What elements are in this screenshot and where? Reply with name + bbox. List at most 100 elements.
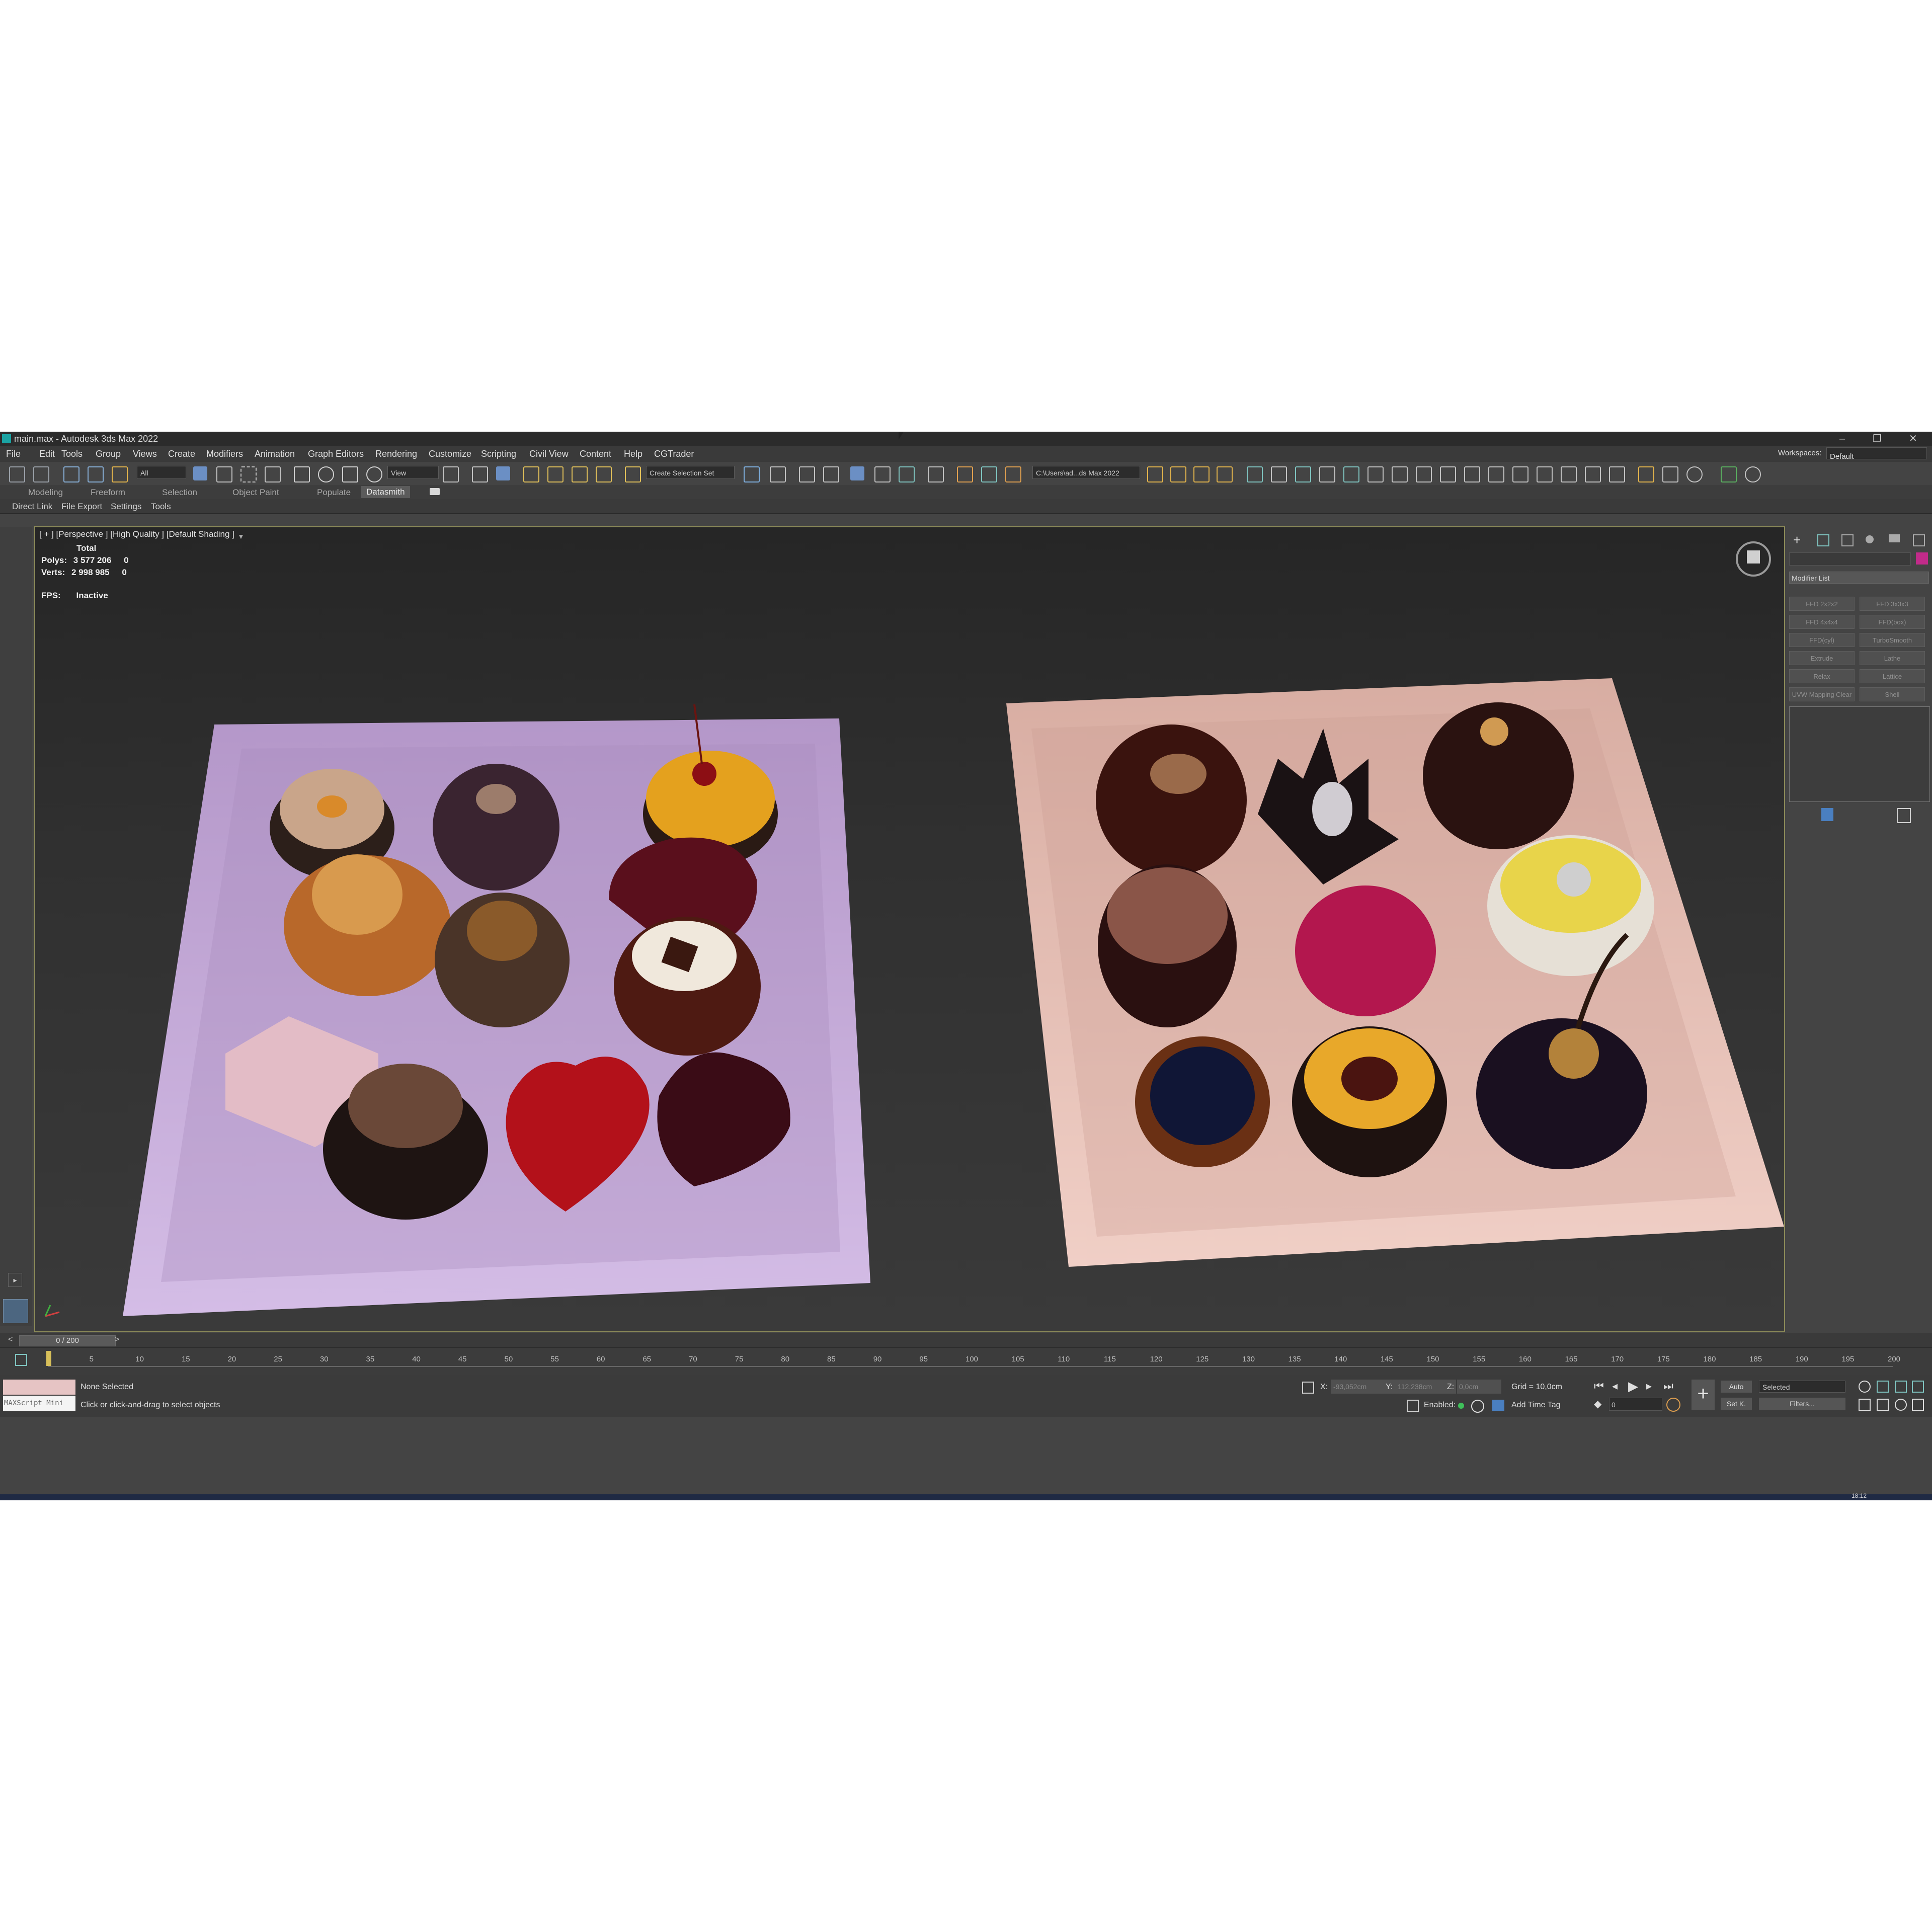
maxscript-listener-pink[interactable] — [3, 1380, 75, 1395]
orbit-view-icon[interactable] — [1895, 1399, 1907, 1411]
motion-tab-icon[interactable] — [1866, 535, 1874, 543]
zoom-extents-icon[interactable] — [1895, 1381, 1907, 1393]
enabled-indicator[interactable] — [1458, 1403, 1464, 1409]
hierarchy-tab-icon[interactable] — [1841, 534, 1854, 546]
snaps-toggle-icon[interactable] — [523, 466, 539, 482]
menu-group[interactable]: Group — [96, 449, 121, 459]
play-icon[interactable]: ▶ — [1628, 1379, 1638, 1394]
menu-civil-view[interactable]: Civil View — [529, 449, 569, 459]
curve-editor-icon[interactable] — [874, 466, 891, 482]
dessert-crumb-cake[interactable] — [433, 764, 559, 891]
list-icon[interactable] — [1662, 466, 1678, 482]
key-mode-icon[interactable] — [1666, 1398, 1680, 1412]
add-time-tag[interactable]: Add Time Tag — [1511, 1401, 1561, 1410]
pin-stack-icon[interactable] — [1821, 808, 1833, 821]
time-tag-icon[interactable] — [1492, 1400, 1504, 1411]
sun-icon[interactable] — [1319, 466, 1335, 482]
project-path-dropdown[interactable]: C:\Users\ad...ds Max 2022 — [1032, 466, 1140, 479]
material-editor-icon[interactable] — [928, 466, 944, 482]
refresh-icon[interactable] — [1745, 466, 1761, 482]
turbosmooth-button[interactable]: TurboSmooth — [1860, 633, 1925, 647]
menu-animation[interactable]: Animation — [255, 449, 295, 459]
align-icon[interactable] — [770, 466, 786, 482]
project-folder-icon[interactable] — [1147, 466, 1163, 482]
tab-freeform[interactable]: Freeform — [91, 488, 125, 498]
create-tab-icon[interactable]: + — [1793, 532, 1801, 548]
lamp-icon[interactable] — [1512, 466, 1528, 482]
time-slider[interactable]: < 0 / 200 > — [0, 1333, 1932, 1347]
maximize-viewport-icon[interactable] — [1912, 1399, 1924, 1411]
text-object-icon[interactable] — [1392, 466, 1408, 482]
menu-tools[interactable]: Tools — [61, 449, 83, 459]
selection-filter-dropdown[interactable]: All — [137, 466, 186, 479]
track-bar[interactable]: 5 10 15 20 25 30 35 40 45 50 55 60 65 70 75 80 85 90 95 100… — [0, 1347, 1932, 1375]
zoom-icon[interactable] — [1859, 1381, 1871, 1393]
menu-customize[interactable]: Customize — [429, 449, 471, 459]
spinner-snap-icon[interactable] — [596, 466, 612, 482]
expand-arrow-icon[interactable]: ▸ — [8, 1273, 22, 1287]
current-frame-field[interactable]: 0 — [1609, 1398, 1662, 1411]
tab-populate[interactable]: Populate — [317, 488, 351, 498]
ribbon-file-export[interactable]: File Export — [61, 502, 102, 512]
next-frame-icon[interactable]: ▸ — [1646, 1380, 1652, 1393]
lathe-button[interactable]: Lathe — [1860, 651, 1925, 665]
set-key-button[interactable]: Set K. — [1721, 1398, 1752, 1410]
menu-content[interactable]: Content — [580, 449, 611, 459]
rotate-icon[interactable] — [318, 466, 334, 482]
select-object-icon[interactable] — [193, 466, 207, 480]
absolute-mode-icon[interactable] — [1302, 1382, 1314, 1394]
zoom-extents-all-icon[interactable] — [1912, 1381, 1924, 1393]
select-by-name-icon[interactable] — [216, 466, 232, 482]
layer-explorer-icon[interactable] — [823, 466, 839, 482]
menu-cgtrader[interactable]: CGTrader — [654, 449, 694, 459]
mirror-icon[interactable] — [744, 466, 760, 482]
zoom-all-icon[interactable] — [1877, 1381, 1889, 1393]
set-key-plus-button[interactable]: + — [1692, 1380, 1715, 1410]
go-to-start-icon[interactable]: ⏮ — [1594, 1380, 1604, 1393]
open-folder-icon[interactable] — [1170, 466, 1186, 482]
ribbon-settings[interactable]: Settings — [111, 502, 141, 512]
move-icon[interactable] — [294, 466, 310, 482]
menu-scripting[interactable]: Scripting — [481, 449, 516, 459]
keyboard-shortcut-override-icon[interactable] — [496, 466, 510, 480]
extrude-button[interactable]: Extrude — [1789, 651, 1855, 665]
rendered-frame-window-icon[interactable] — [981, 466, 997, 482]
edit-named-selection-icon[interactable] — [625, 466, 641, 482]
key-filters-button[interactable]: Filters... — [1759, 1398, 1845, 1410]
ffd-cyl-button[interactable]: FFD(cyl) — [1789, 633, 1855, 647]
render-setup-icon[interactable] — [957, 466, 973, 482]
menu-graph-editors[interactable]: Graph Editors — [308, 449, 364, 459]
named-selection-dropdown[interactable]: Create Selection Set — [646, 466, 735, 479]
menu-create[interactable]: Create — [168, 449, 195, 459]
pan-view-icon[interactable] — [1877, 1399, 1889, 1411]
object-color-swatch[interactable] — [1916, 552, 1928, 565]
place-icon[interactable] — [366, 466, 382, 482]
light-icon[interactable] — [1295, 466, 1311, 482]
perspective-viewport[interactable]: [ + ] [Perspective ] [High Quality ] [De… — [34, 526, 1785, 1332]
modifier-stack[interactable] — [1789, 706, 1930, 802]
isolate-toggle-icon[interactable] — [1471, 1400, 1484, 1413]
window-icon[interactable] — [1561, 466, 1577, 482]
globe-icon[interactable] — [1488, 466, 1504, 482]
redo-icon[interactable] — [33, 466, 49, 482]
maximize-button[interactable]: ❐ — [1873, 432, 1882, 446]
schematic-view-icon[interactable] — [899, 466, 915, 482]
modify-tab-icon[interactable] — [1817, 534, 1829, 546]
grid-icon[interactable] — [1585, 466, 1601, 482]
camera-toggle-icon[interactable] — [430, 488, 440, 495]
teapot-icon[interactable] — [1609, 466, 1625, 482]
maxscript-mini-listener[interactable]: MAXScript Mini — [3, 1396, 75, 1411]
render-production-icon[interactable] — [1005, 466, 1021, 482]
ffd-box-button[interactable]: FFD(box) — [1860, 615, 1925, 629]
rectangular-selection-icon[interactable] — [240, 466, 257, 482]
prism-icon[interactable] — [1343, 466, 1359, 482]
object-name-field[interactable] — [1789, 552, 1911, 566]
mini-curve-editor-icon[interactable] — [15, 1354, 27, 1366]
undo-icon[interactable] — [9, 466, 25, 482]
bucket-icon[interactable] — [1416, 466, 1432, 482]
z-coordinate-field[interactable]: 0,0cm — [1457, 1380, 1501, 1394]
relax-button[interactable]: Relax — [1789, 669, 1855, 683]
previous-frame-icon[interactable]: ◂ — [1612, 1380, 1618, 1393]
reference-coordinate-dropdown[interactable]: View — [387, 466, 439, 479]
scene-explorer-icon[interactable] — [799, 466, 815, 482]
